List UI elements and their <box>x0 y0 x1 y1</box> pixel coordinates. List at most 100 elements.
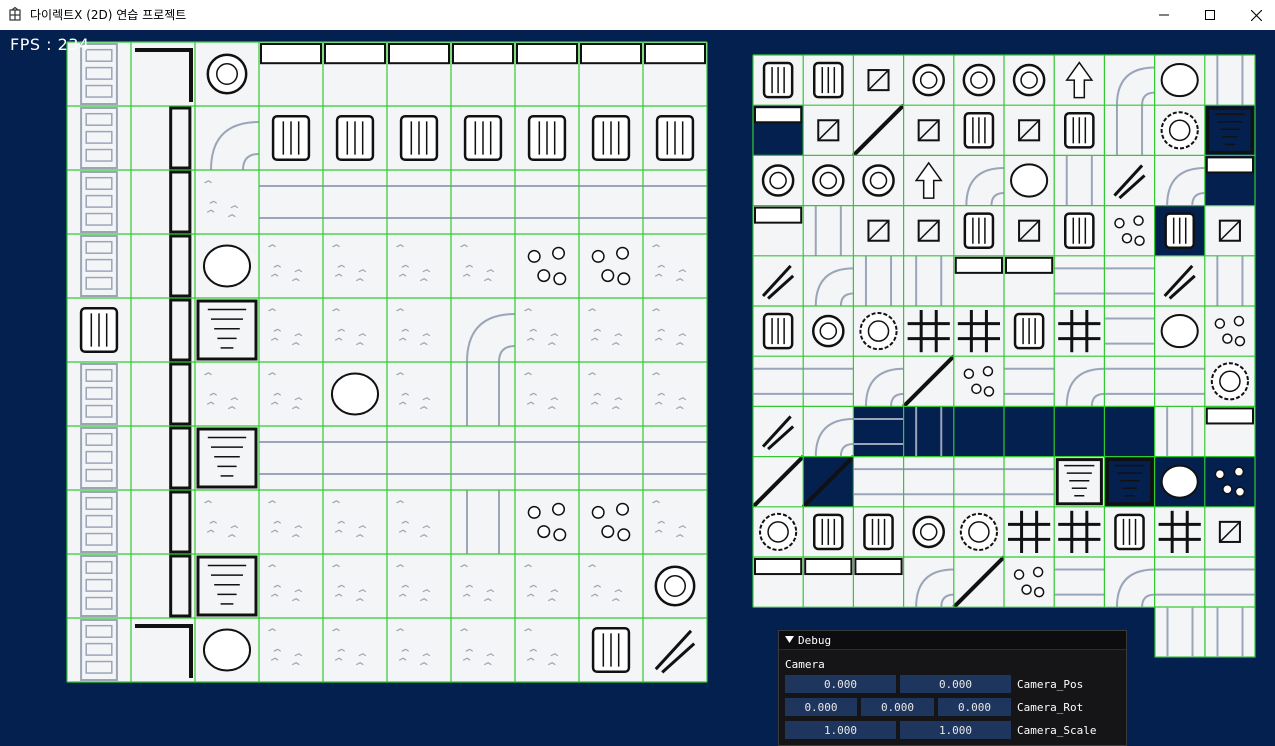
debug-window-header[interactable]: Debug <box>779 631 1126 650</box>
map-tile[interactable] <box>851 103 906 157</box>
map-tile[interactable] <box>387 298 451 362</box>
map-tile[interactable] <box>1004 205 1055 256</box>
map-tile[interactable] <box>853 506 904 557</box>
map-tile[interactable] <box>643 426 707 490</box>
map-tile[interactable] <box>1054 255 1105 306</box>
map-tile[interactable] <box>902 354 956 408</box>
map-tile[interactable] <box>1054 506 1105 557</box>
map-tile[interactable] <box>803 557 854 608</box>
map-tile[interactable] <box>1204 356 1255 407</box>
map-tile[interactable] <box>515 170 579 234</box>
map-tile[interactable] <box>1004 255 1055 306</box>
map-tile[interactable] <box>853 406 904 457</box>
map-tile[interactable] <box>953 255 1004 306</box>
map-tile[interactable] <box>1004 155 1055 206</box>
map-tile[interactable] <box>515 298 579 362</box>
map-tile[interactable] <box>323 106 387 170</box>
map-tile[interactable] <box>1154 55 1205 106</box>
camera-rot-y-field[interactable]: 0.000 <box>861 698 934 716</box>
map-tile[interactable] <box>579 298 643 362</box>
map-tile[interactable] <box>195 170 259 234</box>
map-tile[interactable] <box>131 554 195 618</box>
map-tile[interactable] <box>803 155 854 206</box>
map-tile[interactable] <box>1054 406 1105 457</box>
map-tile[interactable] <box>903 456 954 507</box>
map-tile[interactable] <box>753 105 804 156</box>
map-tile[interactable] <box>1054 557 1105 608</box>
map-tile[interactable] <box>67 170 131 234</box>
map-tile[interactable] <box>259 234 323 298</box>
map-tile[interactable] <box>803 306 854 357</box>
map-tile[interactable] <box>1104 456 1155 507</box>
map-tile[interactable] <box>67 362 131 426</box>
map-tile[interactable] <box>1154 255 1205 306</box>
map-tile[interactable] <box>131 42 195 106</box>
map-tile[interactable] <box>259 618 323 682</box>
map-tile[interactable] <box>1004 306 1055 357</box>
map-tile[interactable] <box>903 406 954 457</box>
map-tile[interactable] <box>515 234 579 298</box>
map-tile[interactable] <box>579 554 643 618</box>
map-tile[interactable] <box>803 506 854 557</box>
map-tile[interactable] <box>195 618 259 682</box>
map-tile[interactable] <box>387 618 451 682</box>
map-tile[interactable] <box>643 618 707 682</box>
map-tile[interactable] <box>803 55 854 106</box>
map-tile[interactable] <box>643 490 707 554</box>
map-tile[interactable] <box>1204 456 1255 507</box>
map-tile[interactable] <box>1104 506 1155 557</box>
camera-rot-z-field[interactable]: 0.000 <box>938 698 1011 716</box>
map-tile[interactable] <box>131 234 195 298</box>
map-tile[interactable] <box>195 234 259 298</box>
map-tile[interactable] <box>751 455 805 509</box>
map-tile[interactable] <box>515 362 579 426</box>
map-tile[interactable] <box>67 618 131 682</box>
map-tile[interactable] <box>903 306 954 357</box>
map-tile[interactable] <box>953 506 1004 557</box>
map-tile[interactable] <box>67 490 131 554</box>
maximize-button[interactable] <box>1187 0 1233 30</box>
map-tile[interactable] <box>451 618 515 682</box>
map-tile[interactable] <box>1004 456 1055 507</box>
map-tile[interactable] <box>579 42 643 106</box>
map-tile[interactable] <box>67 298 131 362</box>
map-tile[interactable] <box>803 356 854 407</box>
map-tile[interactable] <box>853 456 904 507</box>
map-tile[interactable] <box>1204 205 1255 256</box>
map-tile[interactable] <box>67 106 131 170</box>
map-tile[interactable] <box>753 205 804 256</box>
map-tile[interactable] <box>1154 456 1205 507</box>
map-tile[interactable] <box>387 170 451 234</box>
map-tile[interactable] <box>323 426 387 490</box>
map-tile[interactable] <box>131 362 195 426</box>
map-tile[interactable] <box>903 205 954 256</box>
map-tile[interactable] <box>853 205 904 256</box>
map-tile[interactable] <box>1104 356 1155 407</box>
map-tile[interactable] <box>1204 557 1255 608</box>
map-tile[interactable] <box>1154 406 1205 457</box>
camera-scale-x-field[interactable]: 1.000 <box>785 721 896 739</box>
map-tile[interactable] <box>803 406 854 457</box>
map-tile[interactable] <box>753 306 804 357</box>
map-tile[interactable] <box>903 255 954 306</box>
map-tile[interactable] <box>579 490 643 554</box>
map-tile[interactable] <box>259 106 323 170</box>
map-tile[interactable] <box>323 234 387 298</box>
map-tile[interactable] <box>1104 105 1155 156</box>
map-tile[interactable] <box>131 298 195 362</box>
map-tile[interactable] <box>323 490 387 554</box>
map-tile[interactable] <box>195 298 259 362</box>
map-tile[interactable] <box>953 55 1004 106</box>
map-tile[interactable] <box>323 298 387 362</box>
map-tile[interactable] <box>753 155 804 206</box>
map-tile[interactable] <box>643 362 707 426</box>
map-tile[interactable] <box>259 170 323 234</box>
map-tile[interactable] <box>1204 506 1255 557</box>
map-tile[interactable] <box>853 306 904 357</box>
map-tile[interactable] <box>1154 306 1205 357</box>
map-tile[interactable] <box>643 234 707 298</box>
map-tile[interactable] <box>1154 105 1205 156</box>
map-tile[interactable] <box>323 618 387 682</box>
map-tile[interactable] <box>1054 356 1105 407</box>
map-tile[interactable] <box>1104 205 1155 256</box>
